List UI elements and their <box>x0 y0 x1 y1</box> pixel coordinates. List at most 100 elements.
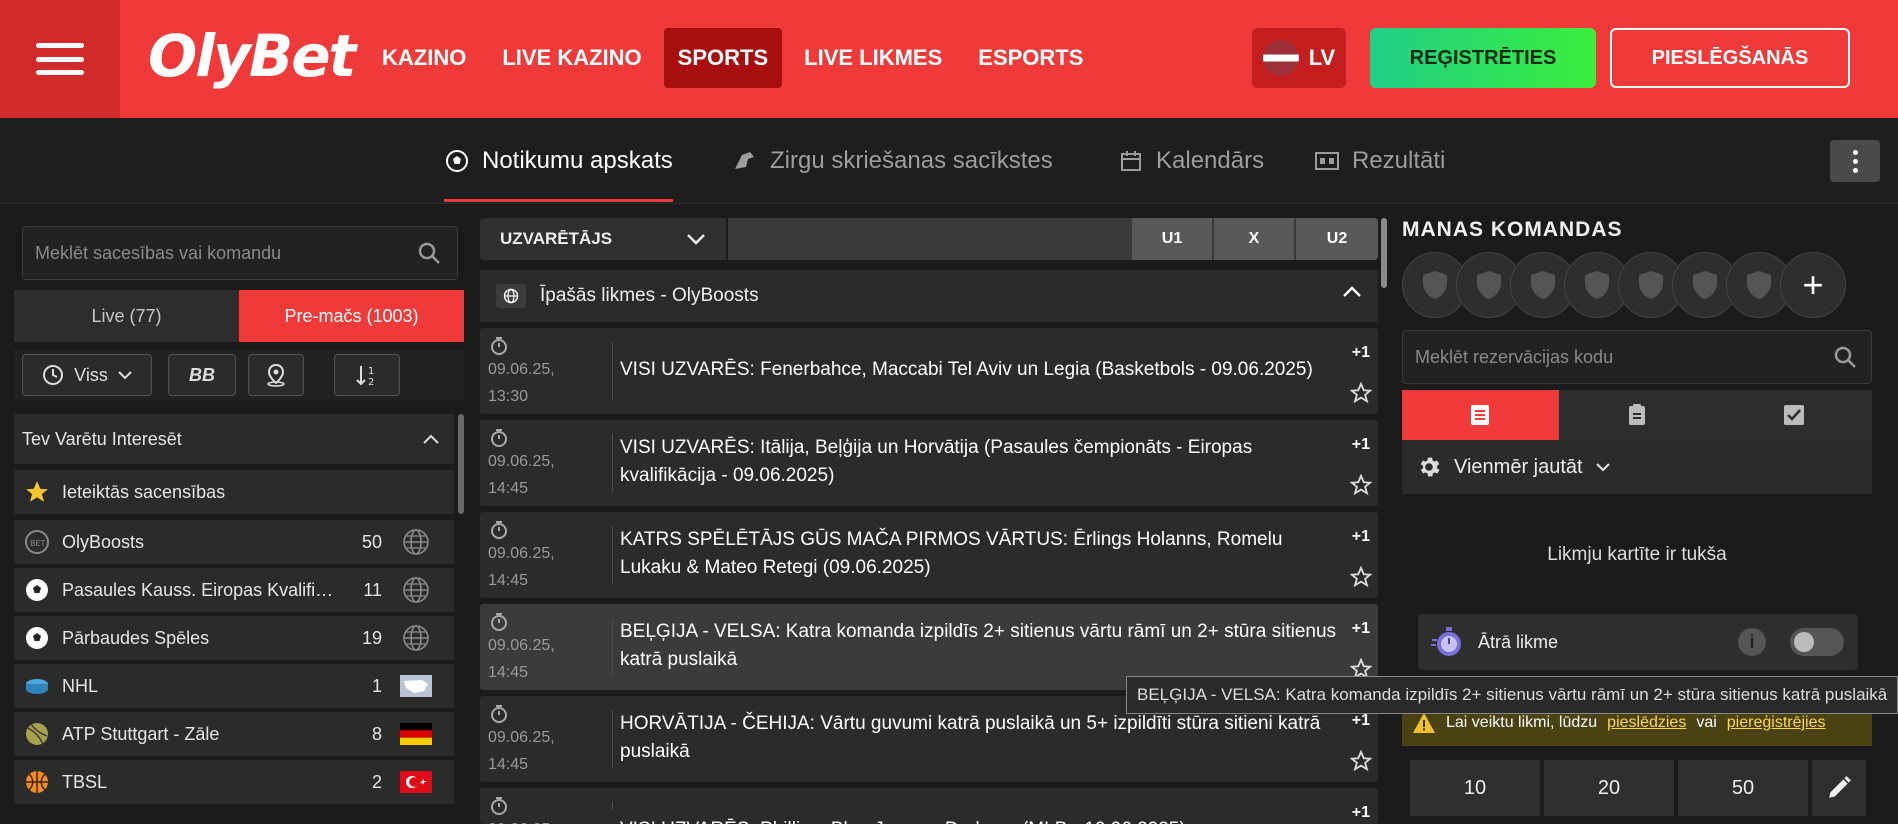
tab-results[interactable]: Rezultāti <box>1314 118 1445 204</box>
stopwatch-icon <box>491 429 507 447</box>
competition-search <box>22 226 458 280</box>
featured-competitions-item[interactable]: Ieteiktās sacensības <box>14 470 454 514</box>
nav-esports[interactable]: ESPORTS <box>964 28 1097 88</box>
svg-text:2: 2 <box>368 377 374 387</box>
odds-change-setting[interactable]: Vienmēr jautāt <box>1402 440 1872 494</box>
location-filter-button[interactable] <box>248 354 304 396</box>
favorite-star-icon[interactable] <box>1350 750 1372 772</box>
event-time: 09.06.25, <box>488 794 578 824</box>
tab-betslip[interactable] <box>1402 390 1559 440</box>
logo[interactable]: OlyBet <box>148 22 356 90</box>
basketball-icon <box>24 769 50 795</box>
quick-bet-label: Ātrā likme <box>1478 631 1559 652</box>
warning-login-link[interactable]: pieslēdzies <box>1607 714 1686 732</box>
germany-flag-icon <box>400 722 432 746</box>
my-teams-slots: + <box>1402 252 1846 318</box>
list-item[interactable]: BET OlyBoosts 50 <box>14 520 454 564</box>
list-item[interactable]: NHL 1 <box>14 664 454 708</box>
nav-sports[interactable]: SPORTS <box>663 28 783 88</box>
competition-count: 19 <box>361 627 382 648</box>
stake-button-20[interactable]: 20 <box>1544 760 1674 816</box>
favorite-star-icon[interactable] <box>1350 382 1372 404</box>
calendar-icon <box>1118 148 1144 174</box>
nav-kazino[interactable]: KAZINO <box>368 28 480 88</box>
clipboard-icon <box>1629 404 1645 425</box>
stopwatch-icon <box>491 797 507 815</box>
competition-search-input[interactable] <box>23 227 403 279</box>
odds-change-label: Vienmēr jautāt <box>1454 455 1583 478</box>
register-button[interactable]: REĢISTRĒTIES <box>1370 28 1596 88</box>
edit-stakes-button[interactable] <box>1812 760 1866 816</box>
login-button[interactable]: PIESLĒGŠANĀS <box>1610 28 1850 88</box>
add-team-button[interactable]: + <box>1780 252 1846 318</box>
globe-icon <box>400 625 432 651</box>
list-item[interactable]: TBSL 2 <box>14 760 454 804</box>
booking-code-input[interactable] <box>1403 331 1813 383</box>
chevron-up-icon <box>1343 286 1361 297</box>
competition-name: NHL <box>62 675 99 696</box>
more-options-button[interactable] <box>1830 140 1880 182</box>
tab-prematch[interactable]: Pre-mačs (1003) <box>239 290 464 342</box>
tab-results-label: Rezultāti <box>1352 147 1446 174</box>
event-title: VISI UZVARĒS: Phillies, Blue Jays un Dod… <box>620 816 1340 824</box>
boost-section-title: Īpašās likmes - OlyBoosts <box>540 285 759 306</box>
favorite-star-icon[interactable] <box>1350 566 1372 588</box>
sidebar-scrollbar[interactable] <box>458 414 464 514</box>
info-icon[interactable]: i <box>1738 628 1766 656</box>
interest-section-header[interactable]: Tev Varētu Interesēt <box>14 414 454 464</box>
tab-overview[interactable]: Notikumu apskats <box>444 118 673 204</box>
empty-betslip-message: Likmju kartīte ir tukša <box>1547 544 1727 565</box>
shield-icon <box>1531 271 1555 299</box>
language-label: LV <box>1308 45 1336 70</box>
tab-horse-racing[interactable]: Zirgu skriešanas sacīkstes <box>732 118 1053 204</box>
more-markets-badge[interactable]: +1 <box>1352 804 1370 822</box>
list-item[interactable]: Pārbaudes Spēles 19 <box>14 616 454 660</box>
event-row[interactable]: 09.06.25, VISI UZVARĒS: Phillies, Blue J… <box>480 788 1378 824</box>
event-row[interactable]: 09.06.25, 13:30 VISI UZVARĒS: Fenerbahce… <box>480 328 1378 414</box>
boost-section-header[interactable]: Īpašās likmes - OlyBoosts <box>480 270 1378 322</box>
more-markets-badge[interactable]: +1 <box>1352 712 1370 730</box>
warning-register-link[interactable]: piereģistrējies <box>1727 714 1826 732</box>
more-markets-badge[interactable]: +1 <box>1352 620 1370 638</box>
search-icon[interactable] <box>1833 345 1857 374</box>
more-markets-badge[interactable]: +1 <box>1352 436 1370 454</box>
event-tooltip: BEĻĢIJA - VELSA: Katra komanda izpildīs … <box>1126 676 1898 714</box>
tab-live[interactable]: Live (77) <box>14 290 239 342</box>
warning-text: Lai veiktu likmi, lūdzu <box>1446 714 1598 731</box>
stake-button-50[interactable]: 50 <box>1678 760 1808 816</box>
stake-button-10[interactable]: 10 <box>1410 760 1540 816</box>
star-icon <box>24 479 50 505</box>
event-row[interactable]: 09.06.25, 14:45 KATRS SPĒLĒTĀJS GŪS MAČA… <box>480 512 1378 598</box>
more-markets-badge[interactable]: +1 <box>1352 528 1370 546</box>
svg-text:1: 1 <box>368 366 374 377</box>
sort-button[interactable]: 12 <box>334 354 400 396</box>
language-selector[interactable]: LV <box>1252 28 1346 88</box>
chevron-down-icon <box>1595 463 1610 472</box>
search-icon[interactable] <box>417 241 441 270</box>
shield-icon <box>1423 271 1447 299</box>
time-filter-dropdown[interactable]: Viss <box>22 354 152 396</box>
sidebar: Live (77) Pre-mačs (1003) Viss BB 12 Tev… <box>14 218 464 824</box>
list-item[interactable]: Pasaules Kauss. Eiropas Kvalifikācija 11 <box>14 568 454 612</box>
chevron-up-icon <box>423 434 439 444</box>
list-item[interactable]: ATP Stuttgart - Zāle 8 <box>14 712 454 756</box>
event-time: 09.06.25, 14:45 <box>488 518 578 594</box>
tab-settled-bets[interactable] <box>1715 390 1873 440</box>
menu-button[interactable] <box>0 0 120 118</box>
more-markets-badge[interactable]: +1 <box>1352 344 1370 362</box>
nav-live-likmes[interactable]: LIVE LIKMES <box>790 28 956 88</box>
quick-bet-toggle[interactable] <box>1790 628 1844 656</box>
event-time: 09.06.25, 14:45 <box>488 702 578 778</box>
market-dropdown[interactable]: UZVARĒTĀJS <box>480 218 728 260</box>
competition-count: 8 <box>371 723 382 744</box>
stopwatch-icon <box>491 705 507 723</box>
nav-live-kazino[interactable]: LIVE KAZINO <box>488 28 655 88</box>
favorite-star-icon[interactable] <box>1350 474 1372 496</box>
stopwatch-icon <box>491 337 507 355</box>
betbuilder-filter-button[interactable]: BB <box>168 354 236 396</box>
tab-calendar[interactable]: Kalendārs <box>1118 118 1264 204</box>
event-row[interactable]: 09.06.25, 14:45 VISI UZVARĒS: Itālija, B… <box>480 420 1378 506</box>
betslip-panel: MANAS KOMANDAS + Vienmēr jautāt Likmju k… <box>1402 218 1873 824</box>
event-list-scrollbar[interactable] <box>1381 218 1387 288</box>
tab-open-bets[interactable] <box>1558 390 1716 440</box>
